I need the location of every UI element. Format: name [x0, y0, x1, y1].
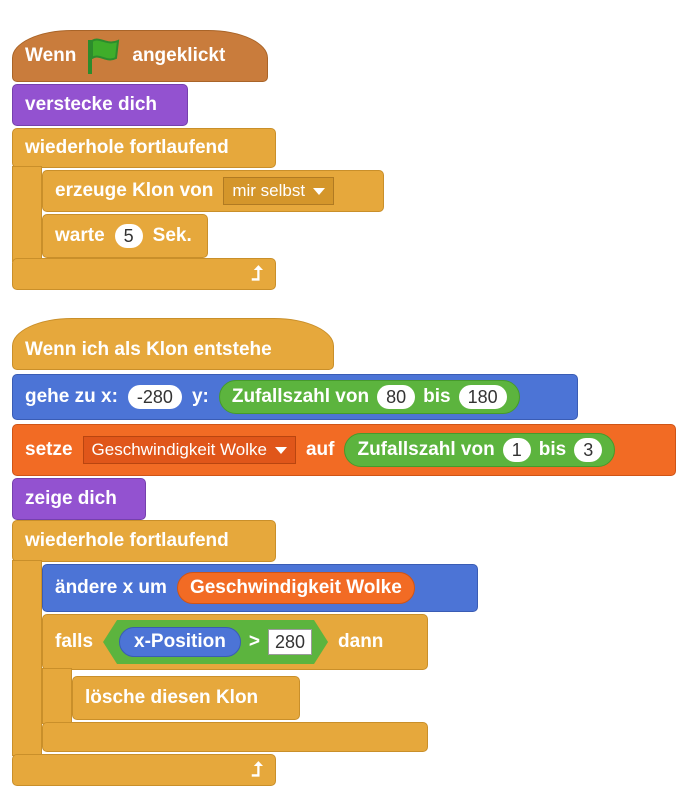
goto-xy-block[interactable]: gehe zu x: -280 y: Zufallszahl von 80 bi… — [12, 374, 578, 420]
wait-unit-label: Sek. — [152, 225, 192, 246]
create-clone-label: erzeuge Klon von — [55, 180, 214, 201]
x-position-label: x-Position — [134, 631, 226, 652]
forever-arm — [12, 166, 42, 262]
if-arm — [42, 668, 72, 724]
if-then-block[interactable]: falls x-Position > 280 dann — [42, 614, 428, 670]
random-y-reporter[interactable]: Zufallszahl von 80 bis 180 — [218, 380, 520, 414]
delete-clone-block[interactable]: lösche diesen Klon — [72, 676, 300, 720]
hat-clicked-label: angeklickt — [132, 45, 226, 66]
forever-label-2: wiederhole fortlaufend — [25, 530, 229, 551]
x-position-reporter[interactable]: x-Position — [119, 627, 241, 657]
random-y-to-input[interactable]: 180 — [458, 385, 507, 409]
show-label: zeige dich — [25, 488, 117, 509]
then-label: dann — [338, 631, 384, 652]
goto-y-label: y: — [191, 386, 209, 407]
forever-block[interactable]: wiederhole fortlaufend — [12, 128, 276, 168]
hat-when-label: Wenn — [25, 45, 77, 66]
wait-seconds-input[interactable]: 5 — [114, 224, 143, 248]
forever-block-2[interactable]: wiederhole fortlaufend — [12, 520, 276, 562]
show-block[interactable]: zeige dich — [12, 478, 146, 520]
hide-label: verstecke dich — [25, 94, 158, 115]
forever-end: ⮥ — [12, 258, 276, 290]
set-label: setze — [25, 439, 73, 460]
gt-symbol: > — [248, 631, 260, 652]
random-y-label: Zufallszahl von — [231, 386, 370, 407]
random-speed-label: Zufallszahl von — [357, 439, 495, 460]
goto-x-input[interactable]: -280 — [127, 385, 182, 409]
goto-label: gehe zu x: — [25, 386, 118, 407]
set-to-label: auf — [305, 439, 335, 460]
set-variable-block[interactable]: setze Geschwindigkeit Wolke auf Zufallsz… — [12, 424, 676, 476]
greater-than-operator[interactable]: x-Position > 280 — [103, 620, 328, 664]
delete-clone-label: lösche diesen Klon — [85, 687, 259, 708]
random-speed-to-label: bis — [538, 439, 567, 460]
random-speed-reporter[interactable]: Zufallszahl von 1 bis 3 — [344, 433, 616, 467]
when-flag-clicked-hat[interactable]: Wenn angeklickt — [12, 30, 268, 82]
speed-variable-reporter[interactable]: Geschwindigkeit Wolke — [176, 572, 415, 604]
random-y-to-label: bis — [423, 386, 451, 407]
chevron-down-icon — [274, 446, 287, 454]
clone-target-value: mir selbst — [232, 181, 306, 200]
loop-arrow-icon: ⮥ — [251, 262, 263, 285]
chevron-down-icon — [313, 187, 326, 195]
loop-arrow-icon: ⮥ — [251, 758, 263, 781]
forever-arm-2 — [12, 560, 42, 756]
create-clone-block[interactable]: erzeuge Klon von mir selbst — [42, 170, 384, 212]
green-flag-icon — [88, 38, 120, 74]
random-speed-to-input[interactable]: 3 — [574, 438, 603, 462]
forever-label: wiederhole fortlaufend — [25, 137, 229, 158]
forever-end-2: ⮥ — [12, 754, 276, 786]
hide-block[interactable]: verstecke dich — [12, 84, 188, 126]
wait-label: warte — [55, 225, 105, 246]
compare-value-input[interactable]: 280 — [268, 629, 312, 655]
random-speed-from-input[interactable]: 1 — [502, 438, 531, 462]
clone-hat-label: Wenn ich als Klon entstehe — [25, 339, 272, 360]
change-x-label: ändere x um — [55, 577, 167, 598]
clone-target-dropdown[interactable]: mir selbst — [223, 177, 335, 205]
variable-dropdown[interactable]: Geschwindigkeit Wolke — [82, 436, 296, 464]
if-end — [42, 722, 428, 752]
random-y-from-input[interactable]: 80 — [377, 385, 416, 409]
speed-variable-name: Geschwindigkeit Wolke — [189, 577, 402, 598]
when-clone-starts-hat[interactable]: Wenn ich als Klon entstehe — [12, 318, 334, 370]
change-x-block[interactable]: ändere x um Geschwindigkeit Wolke — [42, 564, 478, 612]
if-label: falls — [55, 631, 94, 652]
variable-name: Geschwindigkeit Wolke — [91, 440, 267, 459]
wait-block[interactable]: warte 5 Sek. — [42, 214, 208, 258]
